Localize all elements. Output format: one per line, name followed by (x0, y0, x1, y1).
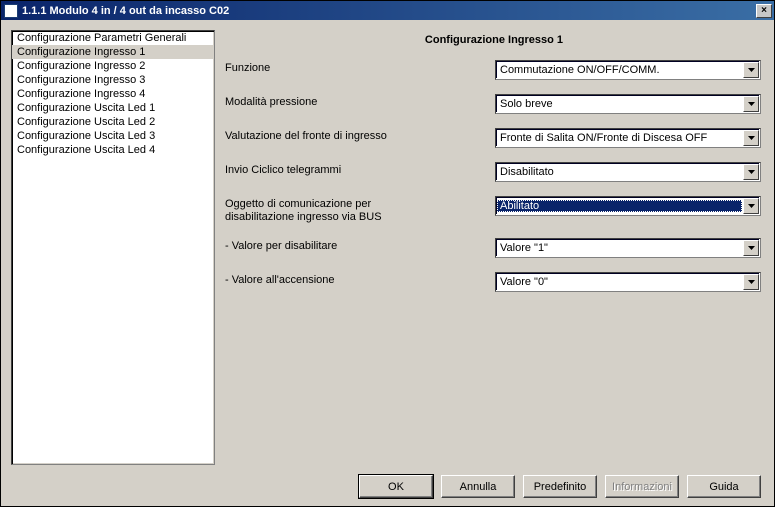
form-value-4: Abilitato (497, 200, 742, 212)
close-icon: × (761, 6, 767, 16)
form-label-2: Valutazione del fronte di ingresso (225, 128, 495, 142)
form-row-6: - Valore all'accensioneValore "0" (223, 272, 765, 292)
cancel-label: Annulla (460, 481, 497, 493)
help-button[interactable]: Guida (687, 475, 761, 498)
form-select-3[interactable]: Disabilitato (495, 162, 761, 182)
parameter-panel: Configurazione Ingresso 1 FunzioneCommut… (223, 30, 765, 465)
form-select-0[interactable]: Commutazione ON/OFF/COMM. (495, 60, 761, 80)
chevron-down-icon[interactable] (743, 62, 759, 78)
form-label-3: Invio Ciclico telegrammi (225, 162, 495, 176)
form-select-4[interactable]: Abilitato (495, 196, 761, 216)
sidebar-listbox[interactable]: Configurazione Parametri GeneraliConfigu… (11, 30, 215, 465)
form-value-3: Disabilitato (496, 166, 742, 178)
form-row-3: Invio Ciclico telegrammiDisabilitato (223, 162, 765, 182)
sidebar-item-6[interactable]: Configurazione Uscita Led 2 (12, 115, 214, 129)
form-value-6: Valore "0" (496, 276, 742, 288)
form-value-2: Fronte di Salita ON/Fronte di Discesa OF… (496, 132, 742, 144)
sidebar-item-8[interactable]: Configurazione Uscita Led 4 (12, 143, 214, 157)
chevron-down-icon[interactable] (743, 130, 759, 146)
button-row: OK Annulla Predefinito Informazioni Guid… (11, 465, 765, 498)
default-label: Predefinito (534, 481, 587, 493)
info-label: Informazioni (612, 481, 672, 493)
form-select-6[interactable]: Valore "0" (495, 272, 761, 292)
titlebar[interactable]: 1.1.1 Modulo 4 in / 4 out da incasso C02… (1, 1, 774, 20)
form-row-2: Valutazione del fronte di ingressoFronte… (223, 128, 765, 148)
sidebar-item-2[interactable]: Configurazione Ingresso 2 (12, 59, 214, 73)
sidebar-item-3[interactable]: Configurazione Ingresso 3 (12, 73, 214, 87)
ok-label: OK (388, 481, 404, 493)
form-rows: FunzioneCommutazione ON/OFF/COMM. Modalit… (223, 60, 765, 306)
form-row-5: - Valore per disabilitareValore "1" (223, 238, 765, 258)
form-select-2[interactable]: Fronte di Salita ON/Fronte di Discesa OF… (495, 128, 761, 148)
cancel-button[interactable]: Annulla (441, 475, 515, 498)
default-button[interactable]: Predefinito (523, 475, 597, 498)
form-label-1: Modalità pressione (225, 94, 495, 108)
chevron-down-icon[interactable] (743, 164, 759, 180)
form-row-0: FunzioneCommutazione ON/OFF/COMM. (223, 60, 765, 80)
app-icon (4, 4, 18, 18)
chevron-down-icon[interactable] (743, 96, 759, 112)
form-value-1: Solo breve (496, 98, 742, 110)
form-row-4: Oggetto di comunicazione perdisabilitazi… (223, 196, 765, 224)
sidebar-item-1[interactable]: Configurazione Ingresso 1 (12, 45, 214, 59)
form-value-5: Valore "1" (496, 242, 742, 254)
close-button[interactable]: × (756, 4, 772, 18)
form-label-6: - Valore all'accensione (225, 272, 495, 286)
sidebar-item-7[interactable]: Configurazione Uscita Led 3 (12, 129, 214, 143)
info-button: Informazioni (605, 475, 679, 498)
form-label-4: Oggetto di comunicazione perdisabilitazi… (225, 196, 495, 224)
form-select-1[interactable]: Solo breve (495, 94, 761, 114)
ok-button[interactable]: OK (359, 475, 433, 498)
client-area: Configurazione Parametri GeneraliConfigu… (1, 20, 774, 506)
panel-title: Configurazione Ingresso 1 (223, 30, 765, 60)
chevron-down-icon[interactable] (743, 240, 759, 256)
chevron-down-icon[interactable] (743, 198, 759, 214)
window-title: 1.1.1 Modulo 4 in / 4 out da incasso C02 (22, 5, 756, 17)
form-row-1: Modalità pressioneSolo breve (223, 94, 765, 114)
form-label-0: Funzione (225, 60, 495, 74)
form-select-5[interactable]: Valore "1" (495, 238, 761, 258)
sidebar-item-0[interactable]: Configurazione Parametri Generali (12, 31, 214, 45)
form-value-0: Commutazione ON/OFF/COMM. (496, 64, 742, 76)
chevron-down-icon[interactable] (743, 274, 759, 290)
dialog-window: 1.1.1 Modulo 4 in / 4 out da incasso C02… (0, 0, 775, 507)
form-label-5: - Valore per disabilitare (225, 238, 495, 252)
help-label: Guida (709, 481, 738, 493)
sidebar-item-4[interactable]: Configurazione Ingresso 4 (12, 87, 214, 101)
sidebar-item-5[interactable]: Configurazione Uscita Led 1 (12, 101, 214, 115)
main-row: Configurazione Parametri GeneraliConfigu… (11, 30, 765, 465)
